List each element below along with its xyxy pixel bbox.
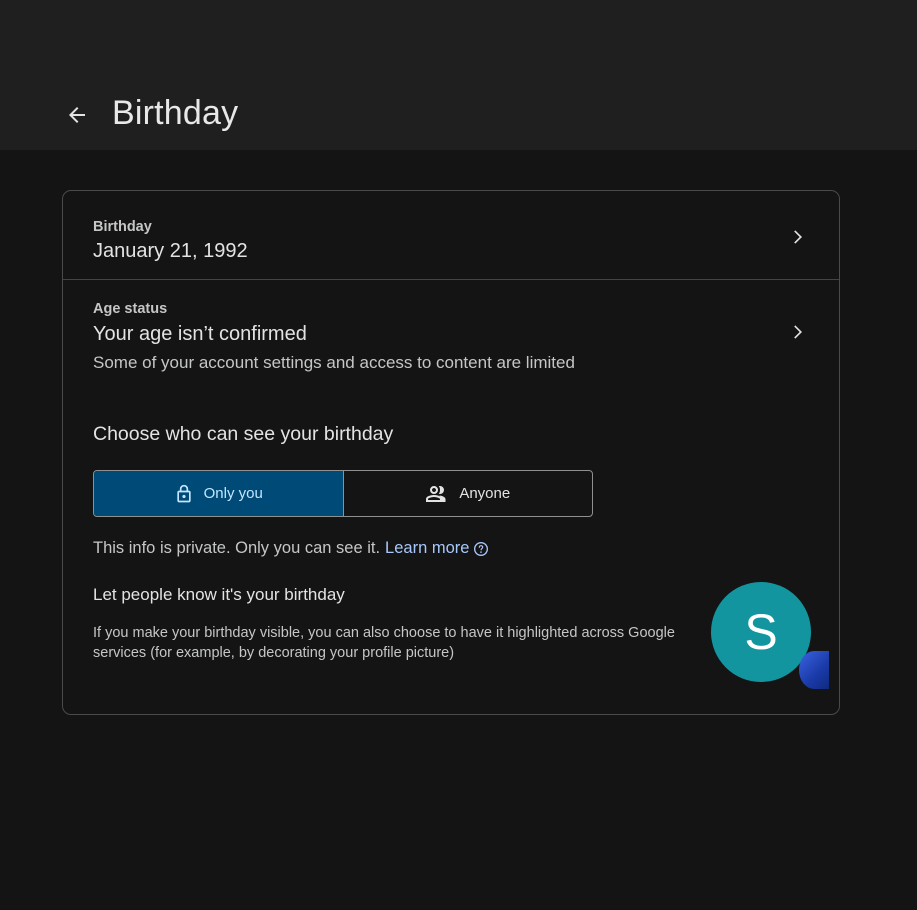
arrow-back-icon <box>69 107 85 123</box>
visibility-segmented-control: Only you Anyone <box>93 470 593 517</box>
only-you-label: Only you <box>203 485 263 502</box>
visibility-title: Choose who can see your birthday <box>93 423 394 445</box>
age-status-row[interactable]: Age status Your age isn’t confirmed Some… <box>63 280 839 380</box>
back-button[interactable] <box>58 96 96 134</box>
birthday-row[interactable]: Birthday January 21, 1992 <box>63 191 839 280</box>
page-title: Birthday <box>112 94 239 132</box>
birthday-value: January 21, 1992 <box>93 240 248 262</box>
privacy-info: This info is private. Only you can see i… <box>93 539 489 558</box>
age-status-value: Your age isn’t confirmed <box>93 323 307 345</box>
help-circle-icon[interactable] <box>473 541 489 557</box>
birthday-card: Birthday January 21, 1992 Age status You… <box>62 190 840 715</box>
people-icon <box>426 485 446 502</box>
highlight-title: Let people know it's your birthday <box>93 585 345 604</box>
anyone-option[interactable]: Anyone <box>342 471 593 516</box>
birthday-decoration <box>799 651 829 689</box>
privacy-info-text: This info is private. Only you can see i… <box>93 539 381 557</box>
highlight-description: If you make your birthday visible, you c… <box>93 625 675 661</box>
avatar: S <box>711 582 811 682</box>
chevron-right-icon <box>794 325 802 339</box>
chevron-right-icon <box>794 230 802 244</box>
only-you-option[interactable]: Only you <box>94 471 343 516</box>
age-status-description: Some of your account settings and access… <box>93 353 575 372</box>
anyone-label: Anyone <box>459 485 511 502</box>
learn-more-link[interactable]: Learn more <box>385 539 469 558</box>
birthday-label: Birthday <box>93 219 152 235</box>
lock-icon <box>176 484 191 502</box>
avatar-letter: S <box>744 604 778 660</box>
age-status-label: Age status <box>93 301 168 317</box>
